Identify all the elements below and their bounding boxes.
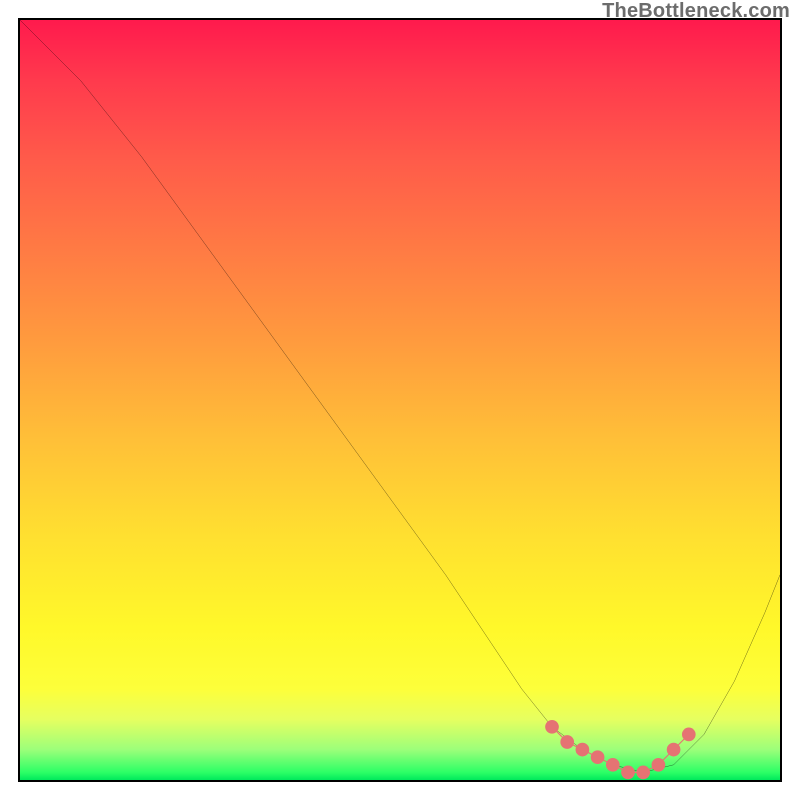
bottleneck-curve-path	[20, 20, 780, 772]
optimal-band-markers	[545, 720, 695, 779]
curve-svg	[20, 20, 780, 780]
plot-area	[18, 18, 782, 782]
bottleneck-chart: TheBottleneck.com	[0, 0, 800, 800]
